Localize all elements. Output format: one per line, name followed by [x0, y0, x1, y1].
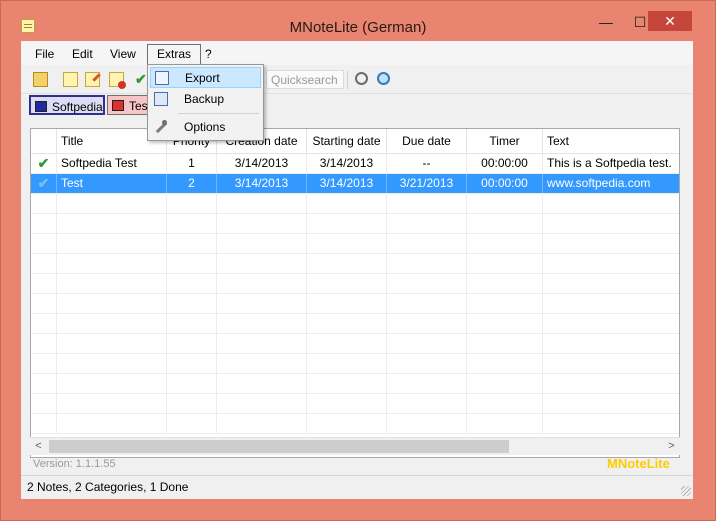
menu-edit[interactable]: Edit: [68, 45, 97, 63]
toolbar-separator: [347, 71, 348, 89]
cell-priority: 1: [167, 154, 217, 173]
empty-row: [31, 234, 679, 254]
scroll-left-icon[interactable]: <: [30, 438, 47, 455]
menu-item-label: Options: [184, 120, 226, 134]
backup-icon: [154, 92, 168, 106]
cell-starting-date: 3/14/2013: [307, 154, 387, 173]
menu-item-export[interactable]: Export: [150, 67, 261, 88]
app-window: MNoteLite (German) — ☐ ✕ File Edit View …: [0, 0, 716, 521]
empty-row: [31, 374, 679, 394]
cell-text: www.softpedia.com: [543, 174, 679, 193]
cell-priority: 2: [167, 174, 217, 193]
column-header-done[interactable]: [31, 129, 57, 153]
minimize-button[interactable]: —: [591, 13, 621, 31]
status-text: 2 Notes, 2 Categories, 1 Done: [27, 480, 189, 494]
category-softpedia[interactable]: Softpedia: [29, 95, 105, 115]
scrollbar-thumb[interactable]: [49, 440, 509, 453]
quicksearch-input[interactable]: Quicksearch: [266, 70, 344, 89]
menu-help[interactable]: ?: [201, 45, 216, 63]
empty-row: [31, 194, 679, 214]
empty-row: [31, 214, 679, 234]
cell-starting-date: 3/14/2013: [307, 174, 387, 193]
cell-due-date: --: [387, 154, 467, 173]
empty-row: [31, 274, 679, 294]
cell-title: Test: [57, 174, 167, 193]
cell-text: This is a Softpedia test.: [543, 154, 679, 173]
notes-table: Title Priority Creation date Starting da…: [30, 128, 680, 458]
column-header-text[interactable]: Text: [543, 129, 679, 153]
empty-row: [31, 414, 679, 434]
brand-label: MNoteLite: [607, 456, 670, 471]
resize-grip-icon[interactable]: [681, 486, 691, 496]
title-bar[interactable]: MNoteLite (German) — ☐ ✕: [1, 1, 715, 41]
column-header-starting-date[interactable]: Starting date: [307, 129, 387, 153]
cell-creation-date: 3/14/2013: [217, 154, 307, 173]
wrench-icon: [154, 120, 168, 134]
menu-item-label: Backup: [184, 92, 225, 106]
status-bar: 2 Notes, 2 Categories, 1 Done: [21, 475, 693, 498]
cell-title: Softpedia Test: [57, 154, 167, 173]
menu-extras[interactable]: Extras: [147, 44, 202, 65]
column-header-due-date[interactable]: Due date: [387, 129, 467, 153]
horizontal-scrollbar[interactable]: < >: [30, 437, 680, 455]
close-button[interactable]: ✕: [648, 11, 692, 31]
category-color-swatch: [35, 101, 47, 112]
cell-creation-date: 3/14/2013: [217, 174, 307, 193]
empty-row: [31, 294, 679, 314]
done-check-icon[interactable]: ✔: [38, 175, 50, 191]
menu-file[interactable]: File: [31, 45, 58, 63]
scroll-right-icon[interactable]: >: [663, 438, 680, 455]
menu-item-label: Export: [185, 71, 220, 85]
client-area: File Edit View Extras ? ✔ Quicksearch So…: [21, 41, 693, 499]
table-row[interactable]: ✔ Softpedia Test 1 3/14/2013 3/14/2013 -…: [31, 154, 679, 174]
delete-note-icon[interactable]: [109, 72, 126, 89]
cell-timer: 00:00:00: [467, 174, 543, 193]
edit-note-icon[interactable]: [85, 72, 100, 87]
category-color-swatch: [112, 100, 124, 111]
menu-separator: [178, 113, 259, 114]
table-row-selected[interactable]: ✔ Test 2 3/14/2013 3/14/2013 3/21/2013 0…: [31, 174, 679, 194]
search-next-icon[interactable]: [377, 72, 390, 85]
cell-due-date: 3/21/2013: [387, 174, 467, 193]
extras-dropdown-menu: Export Backup Options: [147, 64, 264, 141]
menu-item-options[interactable]: Options: [150, 117, 261, 138]
category-label: Softpedia: [52, 100, 103, 114]
menu-item-backup[interactable]: Backup: [150, 89, 261, 110]
category-bar: Softpedia Test: [21, 94, 693, 120]
empty-row: [31, 354, 679, 374]
search-icon[interactable]: [355, 72, 368, 85]
column-header-timer[interactable]: Timer: [467, 129, 543, 153]
toolbar: ✔ Quicksearch: [21, 66, 693, 94]
cell-timer: 00:00:00: [467, 154, 543, 173]
empty-row: [31, 314, 679, 334]
version-label: Version: 1.1.1.55: [33, 458, 116, 470]
empty-row: [31, 254, 679, 274]
done-check-icon[interactable]: ✔: [38, 155, 50, 171]
new-note-icon[interactable]: [63, 72, 78, 87]
empty-row: [31, 334, 679, 354]
new-category-icon[interactable]: [33, 72, 48, 87]
menu-bar: File Edit View Extras ?: [21, 41, 693, 65]
empty-row: [31, 394, 679, 414]
export-icon: [155, 71, 169, 85]
menu-view[interactable]: View: [106, 45, 140, 63]
table-header: Title Priority Creation date Starting da…: [31, 129, 679, 154]
